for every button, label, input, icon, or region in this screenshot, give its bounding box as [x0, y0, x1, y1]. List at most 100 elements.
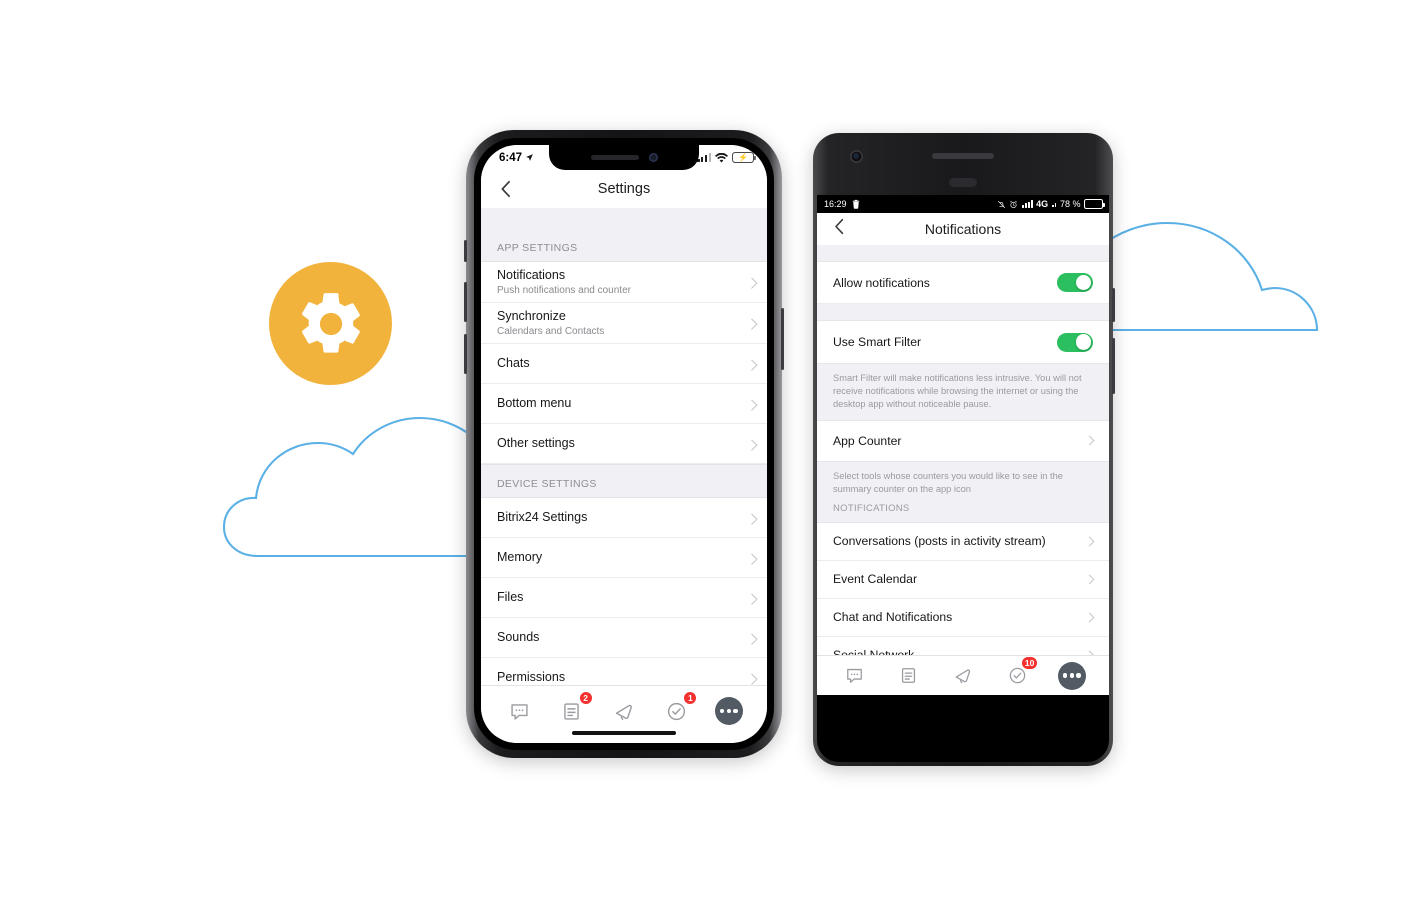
battery-icon [1084, 199, 1105, 209]
cellular-signal-icon-secondary [1051, 202, 1057, 207]
tab-tasks[interactable]: 10 [1000, 655, 1039, 691]
settings-row-bottom-menu[interactable]: Bottom menu [481, 384, 767, 424]
settings-row-files[interactable]: Files [481, 578, 767, 618]
android-navbar: Notifications [817, 213, 1109, 246]
location-arrow-icon [526, 154, 533, 161]
settings-row-memory[interactable]: Memory [481, 538, 767, 578]
check-circle-icon [667, 702, 685, 720]
row-title: Allow notifications [833, 275, 930, 290]
tab-notifications[interactable] [607, 696, 641, 726]
settings-row-chats[interactable]: Chats [481, 344, 767, 384]
row-title: Notifications [497, 268, 566, 283]
status-time: 16:29 [824, 199, 847, 209]
status-right-group: ⚡ [697, 152, 757, 163]
trash-icon [852, 199, 859, 209]
notification-row-app-counter[interactable]: App Counter [817, 420, 1109, 461]
notification-row-conversations[interactable]: Conversations (posts in activity stream) [817, 522, 1109, 561]
battery-charging-icon: ⚡ [732, 152, 757, 163]
android-bottom-bezel [817, 695, 1109, 762]
android-notifications-list[interactable]: Allow notifications Use Smart Filter Sma… [817, 245, 1109, 655]
chevron-right-icon [746, 513, 758, 525]
home-indicator [572, 731, 676, 735]
android-tab-bar[interactable]: 10 [817, 655, 1109, 695]
notification-row-chat-and-notifications[interactable]: Chat and Notifications [817, 598, 1109, 637]
ios-navbar: Settings [481, 170, 767, 209]
iphone-volume-up-button[interactable] [464, 282, 467, 322]
app-counter-description: Select tools whose counters you would li… [817, 460, 1109, 498]
chevron-right-icon [746, 277, 758, 289]
settings-row-bitrix24-settings[interactable]: Bitrix24 Settings [481, 498, 767, 538]
section-header-app-settings: APP SETTINGS [481, 208, 767, 262]
row-title: App Counter [833, 433, 902, 448]
status-time: 6:47 [499, 151, 523, 164]
row-title: Chats [497, 355, 530, 370]
notification-row-event-calendar[interactable]: Event Calendar [817, 560, 1109, 599]
more-dots-icon [1057, 661, 1086, 690]
chevron-right-icon [1084, 435, 1095, 446]
gear-icon [301, 292, 360, 353]
settings-row-sounds[interactable]: Sounds [481, 618, 767, 658]
iphone-device: 6:47 ⚡ Settings APP SETTINGS Notificatio… [464, 130, 784, 758]
iphone-volume-down-button[interactable] [464, 334, 467, 374]
notification-row-allow-notifications[interactable]: Allow notifications [817, 262, 1109, 304]
back-button[interactable] [833, 218, 845, 240]
chevron-left-icon [835, 218, 844, 235]
tab-chat[interactable] [502, 696, 536, 726]
network-type-label: 4G [1036, 199, 1049, 209]
chevron-right-icon [746, 439, 758, 451]
row-title: Chat and Notifications [833, 610, 953, 625]
section-header-device-settings: DEVICE SETTINGS [481, 464, 767, 498]
tab-feed[interactable]: 2 [555, 691, 593, 726]
tab-more[interactable] [1055, 661, 1089, 691]
ios-settings-list[interactable]: APP SETTINGS Notifications Push notifica… [481, 208, 767, 685]
earpiece-speaker [590, 155, 639, 160]
android-status-bar: 16:29 4G 78 % [817, 195, 1109, 213]
notification-row-social-network[interactable]: Social Network [817, 636, 1109, 655]
row-title: Sounds [497, 629, 540, 644]
wifi-icon [715, 152, 728, 162]
smart-filter-description: Smart Filter will make notifications les… [817, 363, 1109, 421]
chevron-right-icon [746, 633, 758, 645]
tab-badge: 1 [683, 691, 698, 705]
more-dots-icon [714, 697, 743, 725]
smart-filter-toggle[interactable] [1057, 332, 1093, 352]
settings-row-permissions[interactable]: Permissions [481, 658, 767, 685]
tab-tasks[interactable]: 1 [659, 691, 698, 726]
chevron-right-icon [1084, 612, 1095, 623]
alarm-clock-icon [1010, 200, 1018, 208]
chevron-right-icon [746, 318, 758, 330]
chevron-right-icon [746, 359, 758, 371]
notification-row-smart-filter[interactable]: Use Smart Filter [817, 321, 1109, 363]
chevron-right-icon [1084, 536, 1095, 547]
iphone-power-button[interactable] [781, 308, 784, 370]
status-time-group: 6:47 [499, 152, 534, 164]
row-title: Memory [497, 549, 543, 564]
row-title: Synchronize [497, 309, 566, 324]
tab-chat[interactable] [837, 661, 871, 691]
iphone-notch [549, 145, 699, 170]
android-power-button[interactable] [1112, 288, 1115, 322]
chevron-right-icon [1084, 574, 1095, 585]
row-title: Other settings [497, 435, 575, 450]
bell-icon [616, 704, 633, 720]
tab-feed[interactable] [892, 661, 926, 691]
settings-row-other-settings[interactable]: Other settings [481, 424, 767, 464]
cellular-signal-icon [697, 153, 711, 162]
settings-row-notifications[interactable]: Notifications Push notifications and cou… [481, 262, 767, 303]
iphone-mute-switch[interactable] [464, 240, 467, 262]
android-volume-button[interactable] [1112, 338, 1115, 394]
allow-notifications-toggle[interactable] [1057, 273, 1093, 292]
chat-bubble-icon [511, 703, 528, 720]
tab-more[interactable] [712, 696, 746, 726]
chevron-right-icon [746, 399, 758, 411]
android-device: 16:29 4G 78 % Notifications Allow notifi… [813, 133, 1115, 766]
gear-badge [269, 262, 392, 385]
settings-row-synchronize[interactable]: Synchronize Calendars and Contacts [481, 303, 767, 344]
proximity-sensor [949, 178, 977, 187]
page-title: Notifications [924, 221, 1002, 237]
android-top-bezel [813, 133, 1113, 195]
back-button[interactable] [495, 179, 515, 199]
feed-document-icon [564, 702, 579, 720]
tab-notifications[interactable] [946, 661, 980, 691]
row-subtitle: Push notifications and counter [497, 284, 631, 296]
